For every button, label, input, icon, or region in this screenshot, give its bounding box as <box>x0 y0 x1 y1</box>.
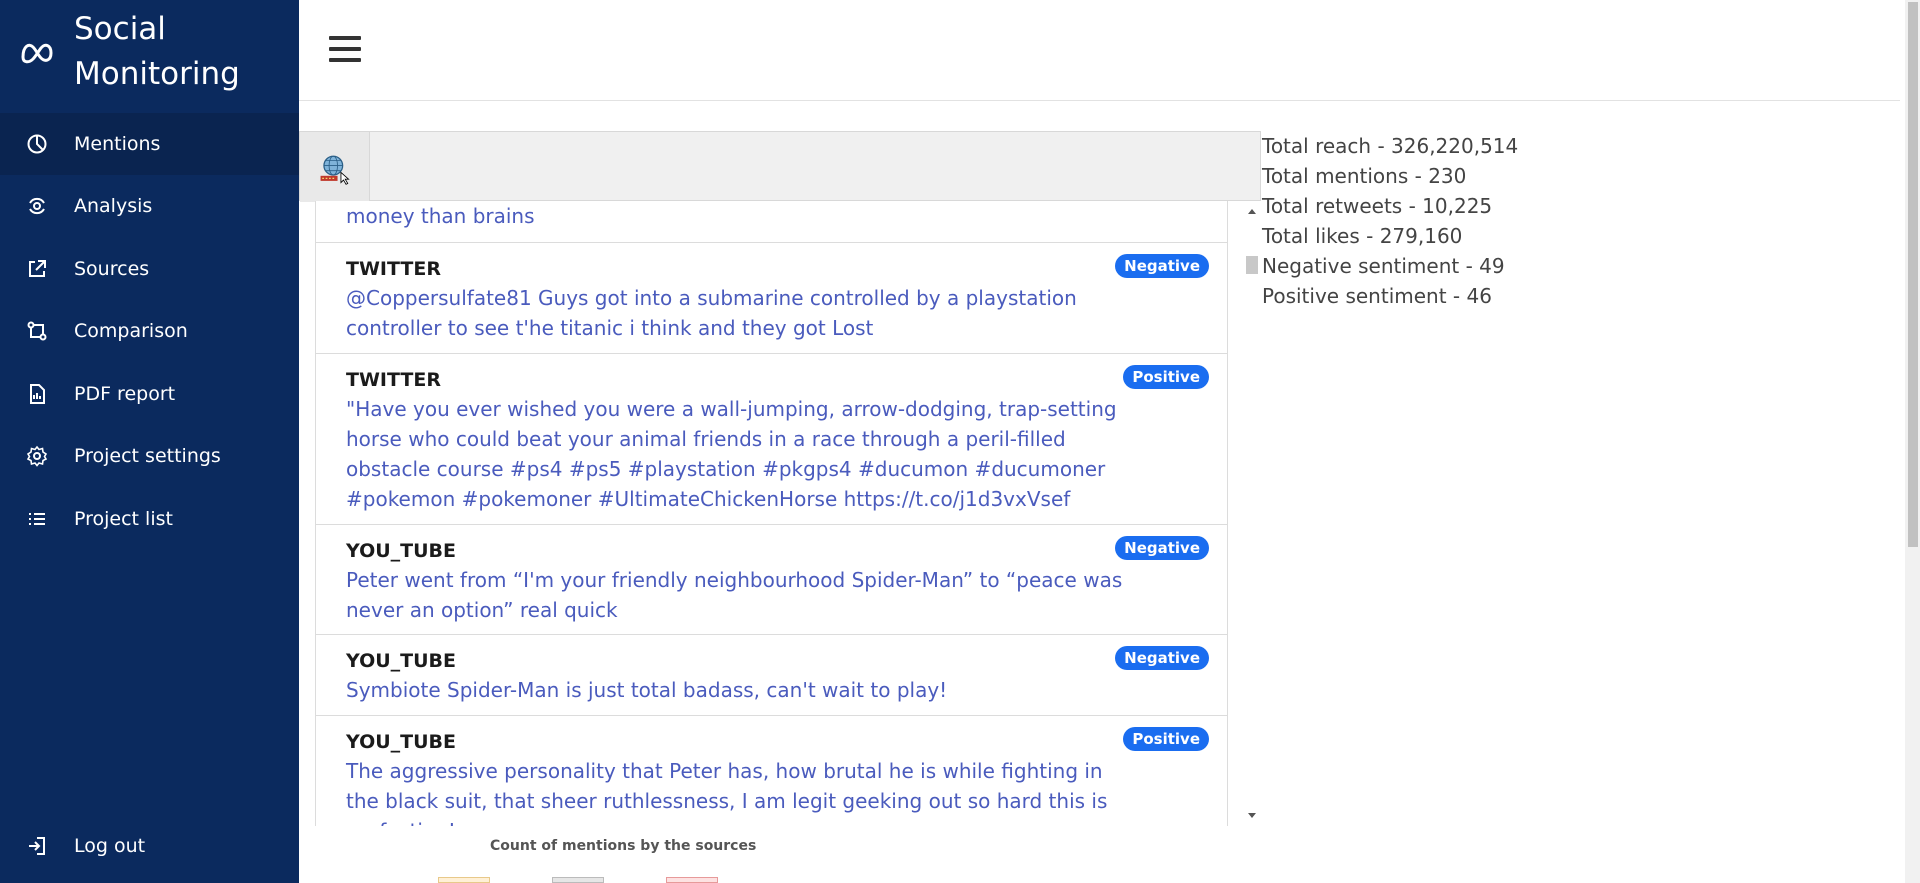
scroll-up-icon[interactable] <box>1248 209 1256 214</box>
sidebar-item-label: PDF report <box>74 383 176 405</box>
mention-card[interactable]: TWITTER Positive "Have you ever wished y… <box>316 354 1227 525</box>
app-title: Social Monitoring <box>74 11 240 92</box>
sentiment-badge: Positive <box>1123 727 1209 751</box>
mentions-list: money than brains TWITTER Negative @Copp… <box>315 201 1228 826</box>
sidebar-item-mentions[interactable]: Mentions <box>0 113 299 175</box>
mention-card[interactable]: YOU_TUBE Negative Peter went from “I'm y… <box>316 525 1227 635</box>
total-retweets: Total retweets - 10,225 <box>1262 194 1493 218</box>
sidebar-item-project-list[interactable]: Project list <box>0 488 299 550</box>
brand: Social Monitoring <box>0 0 299 113</box>
page-scroll-thumb[interactable] <box>1908 2 1918 547</box>
sidebar-item-label: Project settings <box>74 445 221 467</box>
hamburger-menu-icon[interactable] <box>329 36 361 64</box>
pie-chart-icon <box>27 134 47 154</box>
mention-card[interactable]: TWITTER Negative @Coppersulfate81 Guys g… <box>316 243 1227 354</box>
stats-panel: Total reach - 326,220,514 Total mentions… <box>1262 131 1518 311</box>
mention-text: "Have you ever wished you were a wall-ju… <box>346 397 1117 511</box>
compare-icon <box>27 321 47 341</box>
total-mentions: Total mentions - 230 <box>1262 164 1467 188</box>
top-bar <box>299 0 1900 101</box>
meta-logo-icon <box>21 43 53 64</box>
logout-icon <box>29 837 45 855</box>
mention-card[interactable]: money than brains <box>316 201 1227 243</box>
mention-card[interactable]: YOU_TUBE Negative Symbiote Spider-Man is… <box>316 635 1227 716</box>
total-reach: Total reach - 326,220,514 <box>1262 134 1519 158</box>
negative-sentiment: Negative sentiment - 49 <box>1262 254 1505 278</box>
page-scrollbar[interactable] <box>1905 0 1920 883</box>
scroll-down-icon[interactable] <box>1248 813 1256 818</box>
mentions-feed: money than brains TWITTER Negative @Copp… <box>299 131 1261 826</box>
mention-text: Symbiote Spider-Man is just total badass… <box>346 678 948 702</box>
sidebar-item-sources[interactable]: Sources <box>0 238 299 300</box>
sentiment-badge: Negative <box>1115 536 1209 560</box>
logout-button[interactable]: Log out <box>0 815 299 877</box>
positive-sentiment: Positive sentiment - 46 <box>1262 284 1492 308</box>
globe-icon <box>320 155 350 185</box>
globe-filter-button[interactable] <box>300 132 370 202</box>
mention-card[interactable]: YOU_TUBE Positive The aggressive persona… <box>316 716 1227 826</box>
pdf-file-icon <box>30 384 45 404</box>
mention-text: The aggressive personality that Peter ha… <box>346 759 1108 826</box>
sidebar-item-label: Project list <box>74 508 173 530</box>
feed-toolbar <box>299 131 1261 202</box>
total-likes: Total likes - 279,160 <box>1262 224 1463 248</box>
feed-scrollbar[interactable] <box>1241 201 1261 826</box>
chart-title: Count of mentions by the sources <box>490 838 757 854</box>
sidebar-item-label: Comparison <box>74 320 188 342</box>
sentiment-badge: Positive <box>1123 365 1209 389</box>
sidebar-item-label: Sources <box>74 258 150 280</box>
sidebar-item-project-settings[interactable]: Project settings <box>0 425 299 487</box>
mention-source: TWITTER <box>346 258 441 280</box>
list-icon <box>29 513 45 525</box>
logout-label: Log out <box>74 835 146 857</box>
legend-swatch <box>438 877 490 883</box>
mention-source: YOU_TUBE <box>346 650 457 672</box>
sidebar-item-analysis[interactable]: Analysis <box>0 175 299 237</box>
sidebar: Social Monitoring Mentions Analysis Sour… <box>0 0 299 883</box>
external-link-icon <box>29 260 46 277</box>
gear-icon <box>26 445 48 467</box>
mention-text: @Coppersulfate81 Guys got into a submari… <box>346 286 1077 340</box>
scroll-thumb[interactable] <box>1246 256 1258 274</box>
sentiment-badge: Negative <box>1115 646 1209 670</box>
legend-swatch <box>666 877 718 883</box>
mention-text: Peter went from “I'm your friendly neigh… <box>346 568 1123 622</box>
analysis-icon <box>29 197 45 215</box>
sidebar-item-label: Mentions <box>74 133 161 155</box>
mention-source: TWITTER <box>346 369 441 391</box>
mention-text: money than brains <box>346 204 535 228</box>
sidebar-item-pdf-report[interactable]: PDF report <box>0 363 299 425</box>
sentiment-badge: Negative <box>1115 254 1209 278</box>
sidebar-item-label: Analysis <box>74 195 153 217</box>
legend-swatch <box>552 877 604 883</box>
mention-source: YOU_TUBE <box>346 540 457 562</box>
mention-source: YOU_TUBE <box>346 731 457 753</box>
sidebar-item-comparison[interactable]: Comparison <box>0 300 299 362</box>
